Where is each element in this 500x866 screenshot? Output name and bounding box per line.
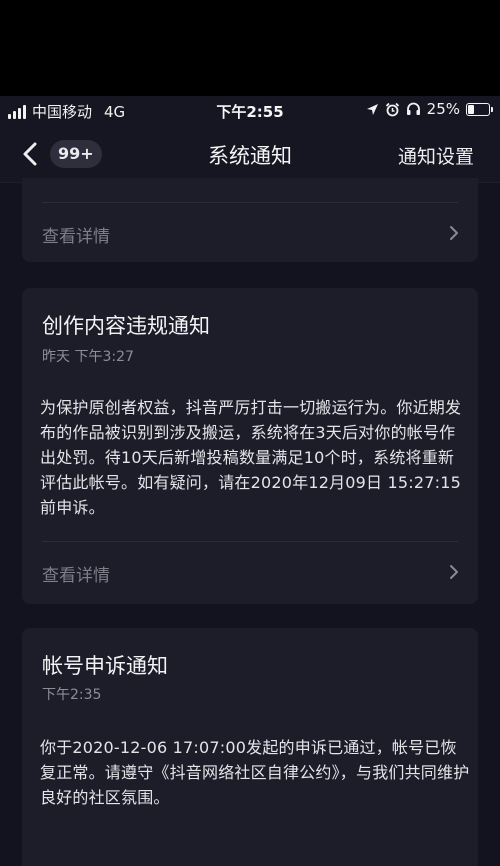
notification-time: 昨天 下午3:27 xyxy=(42,349,134,365)
unread-count-badge[interactable]: 99+ xyxy=(50,140,102,168)
notification-title: 创作内容违规通知 xyxy=(42,314,210,338)
battery-level xyxy=(468,104,474,114)
view-details-row[interactable]: 查看详情 xyxy=(22,548,478,596)
notification-title: 帐号申诉通知 xyxy=(42,654,168,678)
top-black-bar xyxy=(0,0,500,96)
status-right: 25% xyxy=(366,100,493,118)
notification-card: 查看详情 xyxy=(22,178,478,262)
notification-body: 为保护原创者权益，抖音严厉打击一切搬运行为。你近期发布的作品被识别到涉及搬运，系… xyxy=(40,398,462,517)
battery-icon xyxy=(466,102,493,116)
nav-bar: 99+ 系统通知 通知设置 xyxy=(0,126,500,183)
location-icon xyxy=(366,103,378,115)
view-details-label: 查看详情 xyxy=(42,227,110,247)
alarm-icon xyxy=(385,102,399,116)
chevron-right-icon xyxy=(450,226,458,240)
status-bar: 中国移动 4G 下午2:55 25% xyxy=(0,96,500,126)
notification-body: 你于2020-12-06 17:07:00发起的申诉已通过，帐号已恢复正常。请遵… xyxy=(40,738,470,807)
card-divider xyxy=(42,202,458,203)
headphones-icon xyxy=(406,102,420,115)
battery-percent: 25% xyxy=(426,100,460,118)
back-chevron-icon[interactable] xyxy=(16,138,46,170)
notification-settings-button[interactable]: 通知设置 xyxy=(398,142,474,169)
notification-card: 帐号申诉通知 下午2:35 你于2020-12-06 17:07:00发起的申诉… xyxy=(22,628,478,866)
card-divider xyxy=(42,541,458,542)
notification-card: 创作内容违规通知 昨天 下午3:27 为保护原创者权益，抖音严厉打击一切搬运行为… xyxy=(22,288,478,604)
notification-time: 下午2:35 xyxy=(42,687,102,703)
chevron-right-icon xyxy=(450,565,458,579)
view-details-label: 查看详情 xyxy=(42,566,110,586)
view-details-row[interactable]: 查看详情 xyxy=(22,209,478,257)
